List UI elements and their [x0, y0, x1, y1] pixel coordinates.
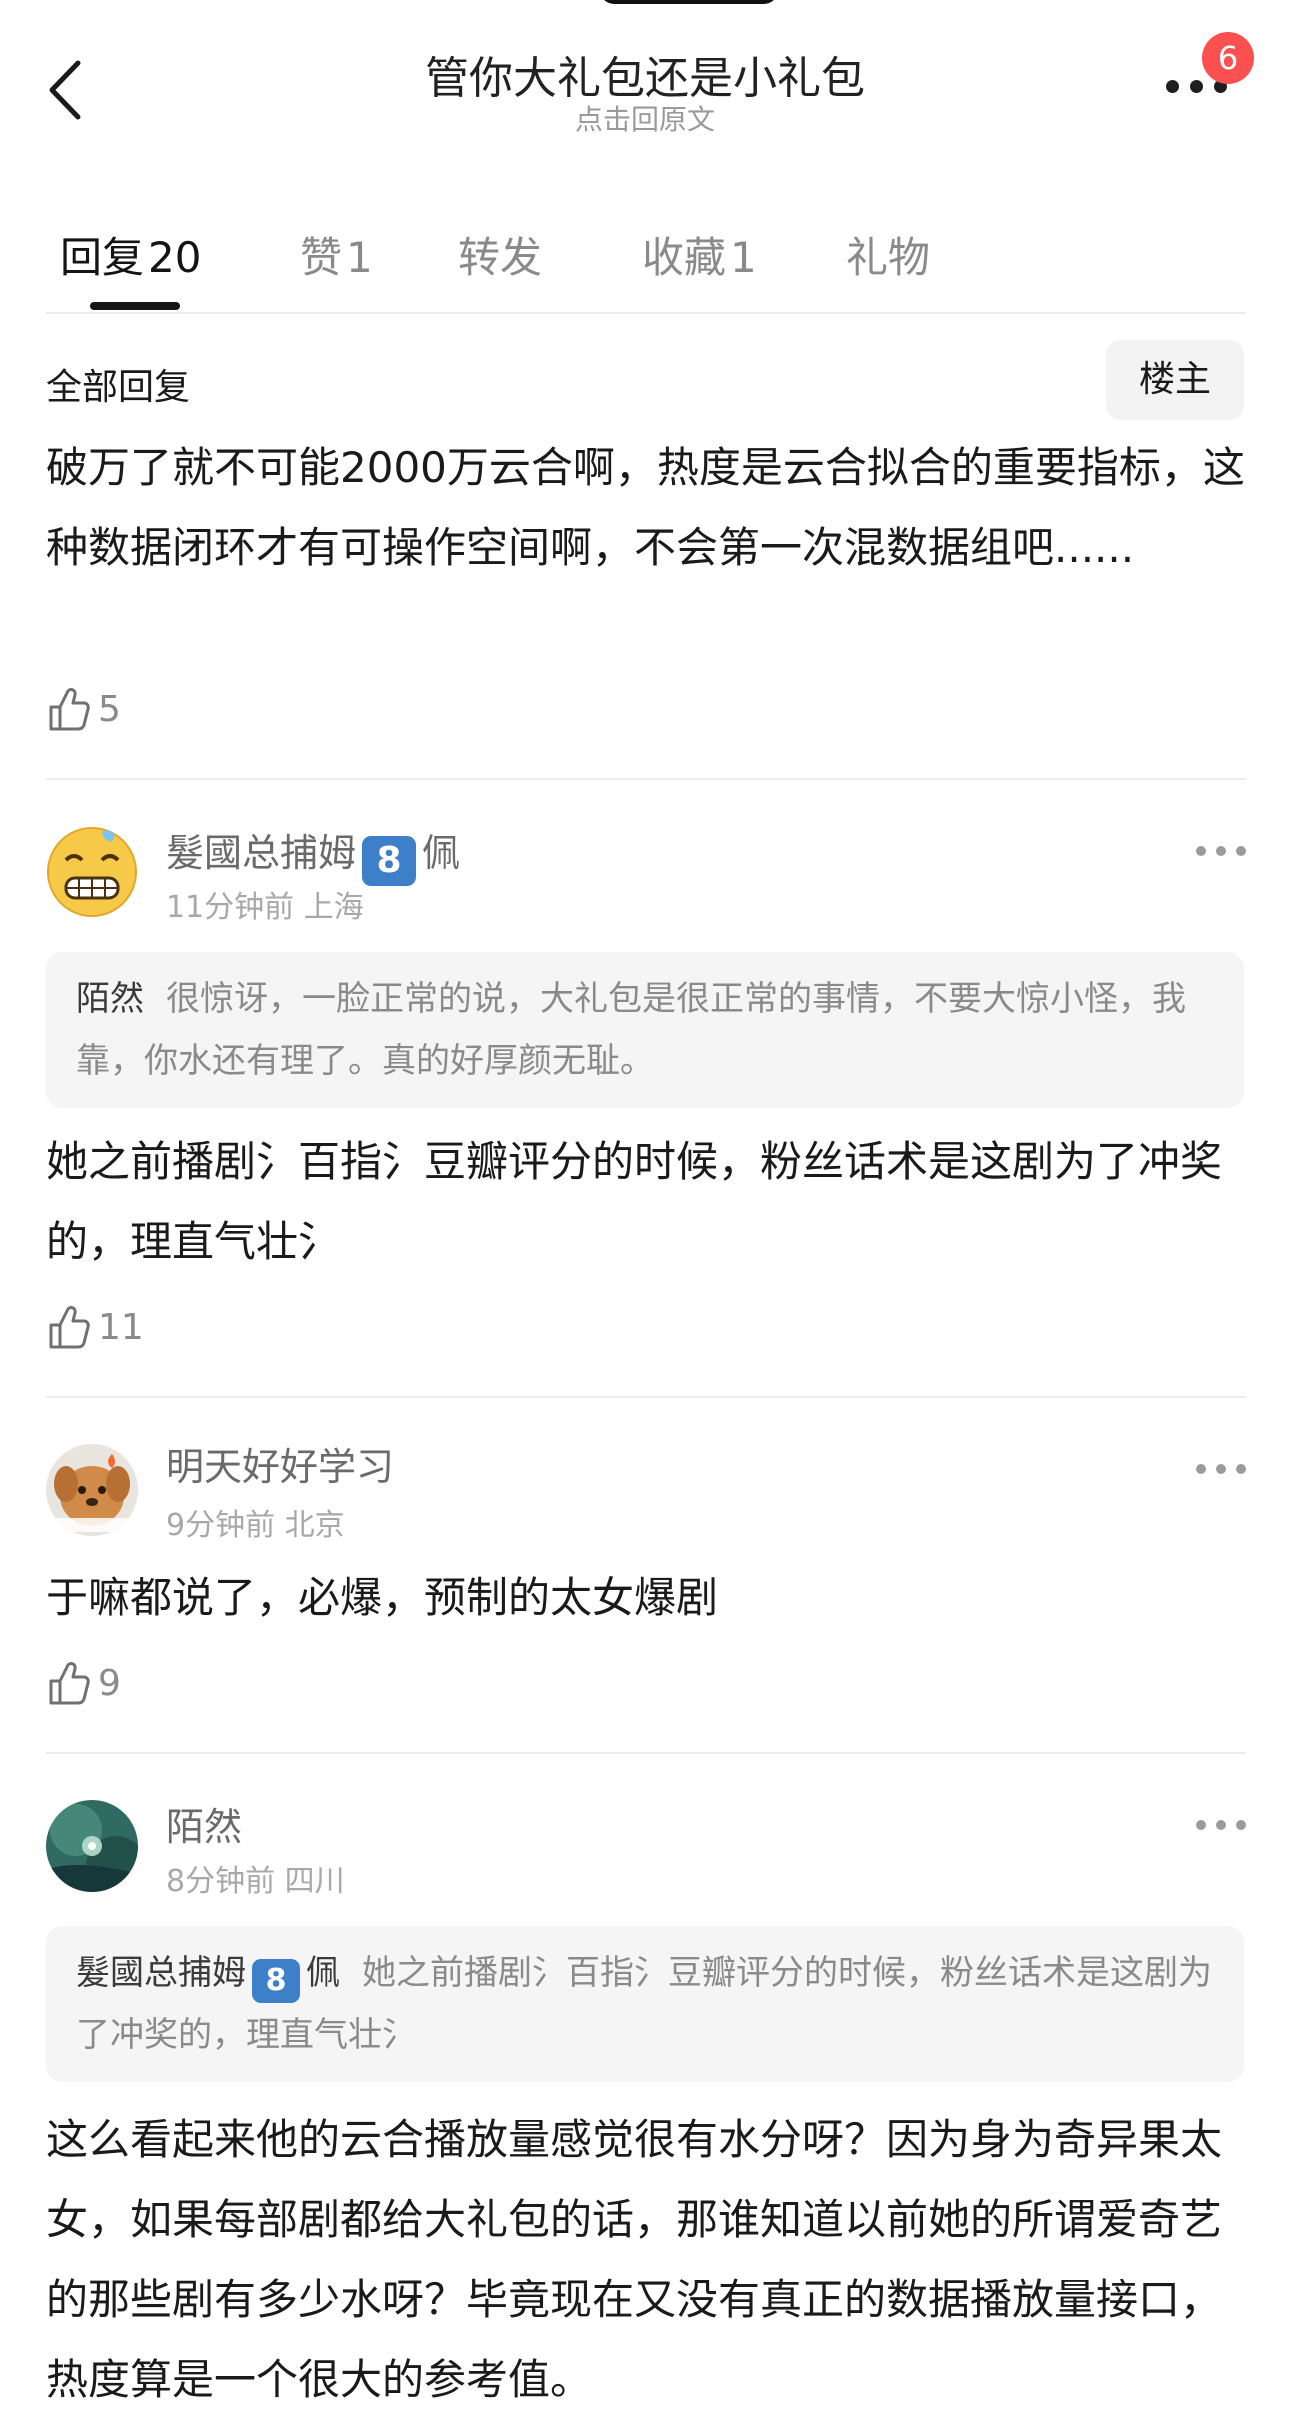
grimace-emoji-icon — [47, 827, 137, 917]
avatar[interactable] — [46, 826, 138, 918]
tab-reposts[interactable]: 转发 — [458, 224, 542, 285]
divider — [46, 312, 1246, 314]
quoted-username[interactable]: 髮國总捕姆 8 佩 — [76, 1953, 340, 2003]
comment-text: 于嘛都说了，必爆，预制的太女爆剧 — [46, 1573, 719, 1622]
more-icon — [1196, 1464, 1206, 1474]
thumbs-up-icon — [49, 1306, 90, 1349]
quoted-text: 很惊讶，一脸正常的说，大礼包是很正常的事情，不要大惊小怪，我靠，你水还有理了。真… — [76, 979, 1186, 1081]
more-icon — [1196, 846, 1206, 856]
quoted-reply[interactable]: 髮國总捕姆 8 佩她之前播剧氵百指氵豆瓣评分的时候，粉丝话术是这剧为了冲奖的，理直气… — [46, 1926, 1244, 2082]
avatar[interactable] — [46, 1444, 138, 1536]
original-post-text: 破万了就不可能2000万云合啊，热度是云合拟合的重要指标，这种数据闭环才有可操作… — [46, 443, 1245, 572]
comment-meta: 9分钟前 北京 — [166, 1508, 345, 1543]
quoted-reply[interactable]: 陌然 很惊讶，一脸正常的说，大礼包是很正常的事情，不要大惊小怪，我靠，你水还有理了… — [46, 952, 1244, 1108]
like-count: 9 — [98, 1662, 121, 1704]
top-navigation-bar: 管你大礼包还是小礼包 点击回原文 6 — [0, 0, 1290, 160]
toy-dog-icon — [46, 1444, 138, 1536]
back-to-original-link[interactable]: 点击回原文 — [0, 98, 1290, 138]
comment-text: 这么看起来他的云合播放量感觉很有水分呀？因为身为奇异果太女，如果每部剧都给大礼包… — [46, 2115, 1223, 2404]
tab-replies[interactable]: 回复20 — [60, 224, 201, 285]
more-icon — [1166, 80, 1179, 93]
notification-badge: 6 — [1202, 32, 1254, 84]
tab-gifts[interactable]: 礼物 — [846, 224, 930, 285]
tab-favorites[interactable]: 收藏1 — [642, 224, 757, 285]
divider — [46, 1396, 1246, 1398]
level-badge: 8 — [362, 836, 417, 886]
section-title: 全部回复 — [46, 367, 191, 408]
comment-meta: 8分钟前 四川 — [166, 1864, 345, 1899]
username[interactable]: 陌然 — [166, 1796, 242, 1851]
avatar[interactable] — [46, 1800, 138, 1892]
comment-more-button[interactable] — [1196, 836, 1246, 866]
owner-filter-button[interactable]: 楼主 — [1106, 340, 1244, 420]
more-icon — [1196, 1820, 1206, 1830]
tab-likes[interactable]: 赞1 — [300, 224, 373, 285]
divider — [46, 778, 1246, 780]
like-count: 11 — [98, 1306, 144, 1348]
username[interactable]: 髮國总捕姆 8 佩 — [166, 822, 460, 886]
username[interactable]: 明天好好学习 — [166, 1436, 394, 1491]
like-button[interactable]: 9 — [46, 1656, 121, 1710]
post-title[interactable]: 管你大礼包还是小礼包 — [0, 42, 1290, 106]
comment-meta: 11分钟前 上海 — [166, 890, 364, 925]
divider — [46, 1752, 1246, 1754]
like-button[interactable]: 11 — [46, 1300, 144, 1354]
like-button[interactable]: 5 — [46, 682, 121, 736]
scenery-icon — [46, 1800, 138, 1892]
thumbs-up-icon — [49, 688, 90, 731]
comment-more-button[interactable] — [1196, 1454, 1246, 1484]
level-badge: 8 — [252, 1959, 300, 2003]
quoted-username[interactable]: 陌然 — [76, 979, 144, 1019]
thumbs-up-icon — [49, 1662, 90, 1705]
like-count: 5 — [98, 688, 121, 730]
active-tab-indicator — [90, 302, 180, 310]
comment-more-button[interactable] — [1196, 1810, 1246, 1840]
comment-text: 她之前播剧氵百指氵豆瓣评分的时候，粉丝话术是这剧为了冲奖的，理直气壮氵 — [46, 1137, 1223, 1266]
tab-bar: 回复20 赞1 转发 收藏1 礼物 — [0, 210, 1290, 310]
